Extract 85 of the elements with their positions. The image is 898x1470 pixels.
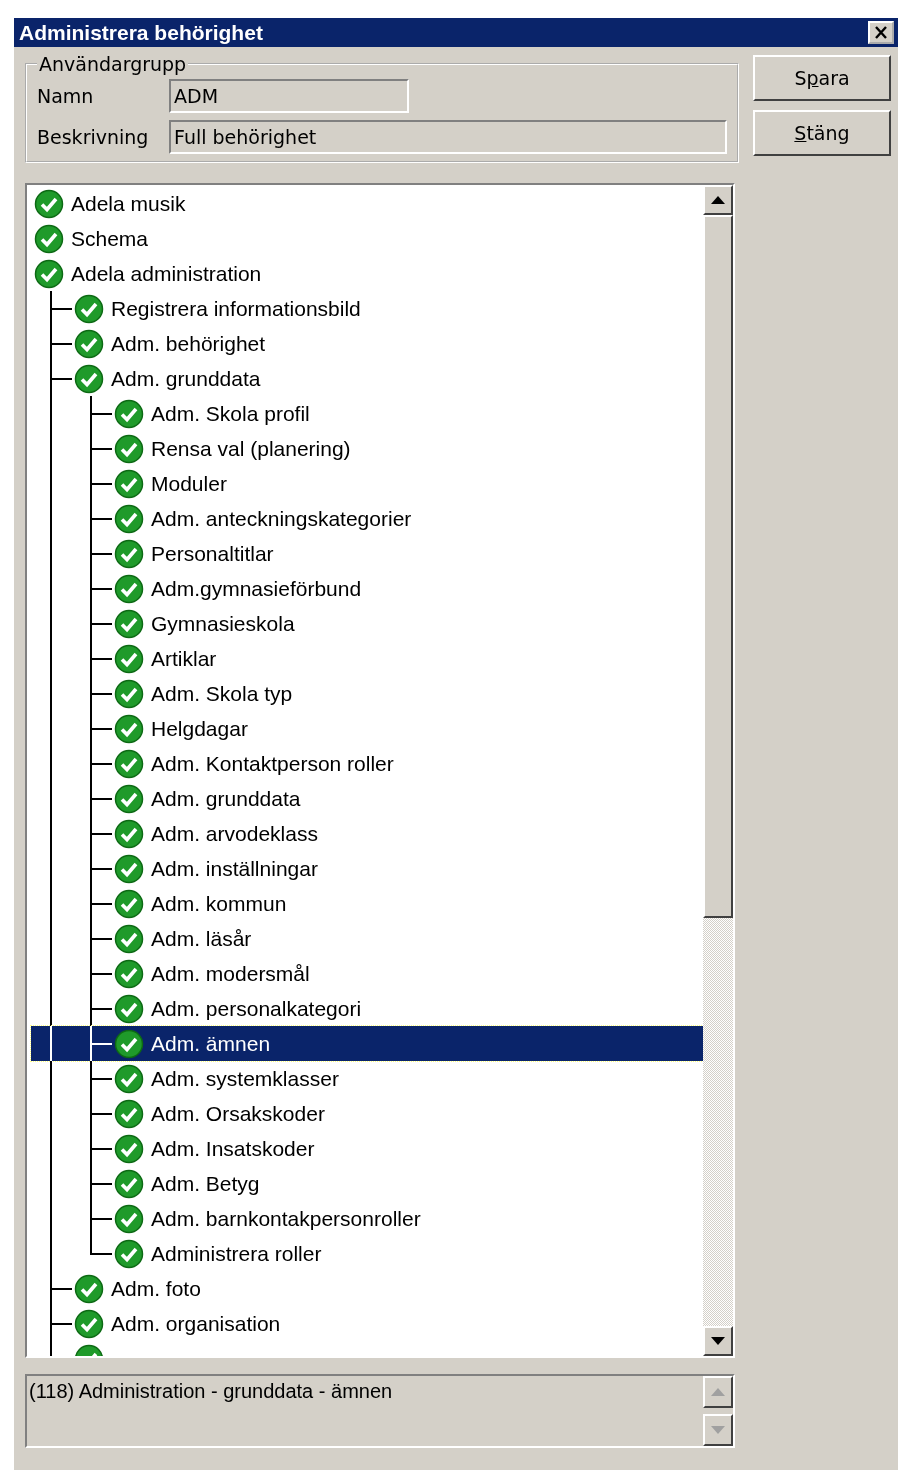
tree-item[interactable]: Adm. ämnen: [31, 1026, 703, 1061]
tree-item[interactable]: Schema: [31, 221, 703, 256]
tree-item-label: Gymnasieskola: [151, 611, 295, 636]
tree-item-label: Adm. grunddata: [111, 366, 261, 391]
dialog-button[interactable]: Spara: [753, 55, 891, 101]
tree-item[interactable]: Adm.gymnasieförbund: [31, 571, 703, 606]
tree-item-label: Adm. ämnen: [151, 1031, 271, 1056]
down-arrow-icon: [711, 1337, 725, 1345]
tree-item[interactable]: Adm. grunddata: [31, 781, 703, 816]
tree-item-label: Adm. arvodeklass: [151, 821, 318, 846]
tree-item-label: Adm. Orsakskoder: [151, 1101, 325, 1126]
tree-item-label: Adm.gymnasieförbund: [151, 576, 362, 601]
tree-item[interactable]: Adm. Betyg: [31, 1166, 703, 1201]
tree-item-label: Personaltitlar: [151, 541, 274, 566]
tree-item-label: Moduler: [151, 471, 227, 496]
scrollbar[interactable]: [703, 185, 733, 1356]
tree-item-label: Adm. organisation: [111, 1311, 281, 1336]
scroll-up-button[interactable]: [703, 185, 733, 215]
tree-item-label: Adm. grunddata: [151, 786, 301, 811]
tree-item-label: Schema: [71, 226, 149, 251]
tree-item[interactable]: Adm. anteckningskategorier: [31, 501, 703, 536]
tree-item[interactable]: Personaltitlar: [31, 536, 703, 571]
tree-item[interactable]: Moduler: [31, 466, 703, 501]
up-arrow-icon: [711, 1388, 725, 1396]
tree-item[interactable]: Adm. inställningar: [31, 851, 703, 886]
tree-item-label: Artiklar: [151, 646, 217, 671]
tree-item-label: Adm. läsår: [151, 926, 252, 951]
tree-item-label: Adm. Kontaktperson roller: [151, 751, 394, 776]
description-text: (118) Administration - grunddata - ämnen: [28, 1379, 394, 1404]
tree-item[interactable]: Adm. personalkategori: [31, 991, 703, 1026]
tree-item[interactable]: Adm. Skola typ: [31, 676, 703, 711]
tree-item[interactable]: Adm. systemklasser: [31, 1061, 703, 1096]
group-title: Användargrupp: [38, 53, 188, 75]
tree-item-label: Registrera informationsbild: [111, 296, 361, 321]
close-button[interactable]: [868, 21, 894, 44]
tree-item-label: Administrera roller: [151, 1241, 322, 1266]
tree-item-label: Adm. inställningar: [151, 856, 318, 881]
text-field[interactable]: Full behörighet: [169, 119, 727, 154]
tree-item[interactable]: Rensa val (planering): [31, 431, 703, 466]
tree-item-label: Adm. behörighet: [111, 331, 266, 356]
tree-item-label: Adm. barnkontakpersonroller: [151, 1206, 421, 1231]
tree-item[interactable]: Adm. modersmål: [31, 956, 703, 991]
tree-item[interactable]: Adm. Kontaktperson roller: [31, 746, 703, 781]
tree-item[interactable]: Adm. läsår: [31, 921, 703, 956]
down-arrow-icon: [711, 1426, 725, 1434]
tree-item-label: Adm. Insatskoder: [151, 1136, 315, 1161]
tree-item-label: Adm. systemklasser: [151, 1066, 339, 1091]
tree-item-label: Adm. personalkategori: [151, 996, 362, 1021]
window-title: Administrera behörighet: [19, 20, 263, 45]
tree-item[interactable]: Registrera informationsbild: [31, 291, 703, 326]
tree-item-label: Adm. foto: [111, 1276, 201, 1301]
tree-item-label: Adela administration: [71, 261, 262, 286]
scroll-thumb[interactable]: [703, 215, 733, 918]
tree-item[interactable]: Adm. behörighet: [31, 326, 703, 361]
tree-item[interactable]: Adm. grunddata: [31, 361, 703, 396]
tree-item-label: Adm. anteckningskategorier: [151, 506, 412, 531]
field-label: Beskrivning: [37, 125, 150, 148]
up-arrow-icon: [711, 196, 725, 204]
tree-item[interactable]: Adela musik: [31, 186, 703, 221]
field-label: Namn: [37, 84, 95, 107]
tree-item[interactable]: Adm. Skola profil: [31, 396, 703, 431]
tree-item-label: Adm. Skola typ: [151, 681, 293, 706]
tree-item[interactable]: Adm. barnkontakpersonroller: [31, 1201, 703, 1236]
tree-item[interactable]: Adm. organisation: [31, 1306, 703, 1341]
text-field[interactable]: ADM: [169, 78, 409, 113]
tree-item[interactable]: Adm. Orsakskoder: [31, 1096, 703, 1131]
tree-item[interactable]: Gymnasieskola: [31, 606, 703, 641]
tree-item[interactable]: Adm. foto: [31, 1271, 703, 1306]
close-icon: [874, 26, 888, 39]
tree-item-label: Adm. Betyg: [151, 1171, 260, 1196]
tree-item[interactable]: Adela administration: [31, 256, 703, 291]
tree-item-label: Adm. Skola profil: [151, 401, 310, 426]
tree-item-label: Adm. kommun: [151, 891, 287, 916]
tree-item[interactable]: Adm. Insatskoder: [31, 1131, 703, 1166]
tree-item-label: Rensa val (planering): [151, 436, 351, 461]
tree-item[interactable]: Administrera roller: [31, 1236, 703, 1271]
tree-item[interactable]: Artiklar: [31, 641, 703, 676]
tree-item-label: Adm. modersmål: [151, 961, 310, 986]
tree-item[interactable]: Adm. arvodeklass: [31, 816, 703, 851]
tree-item[interactable]: Adm. kommun: [31, 886, 703, 921]
dialog-button[interactable]: Stäng: [753, 110, 891, 156]
tree-item-label: Adela musik: [71, 191, 186, 216]
scroll-down-button[interactable]: [703, 1326, 733, 1356]
tree-item[interactable]: Helgdagar: [31, 711, 703, 746]
tree-item-label: Helgdagar: [151, 716, 248, 741]
